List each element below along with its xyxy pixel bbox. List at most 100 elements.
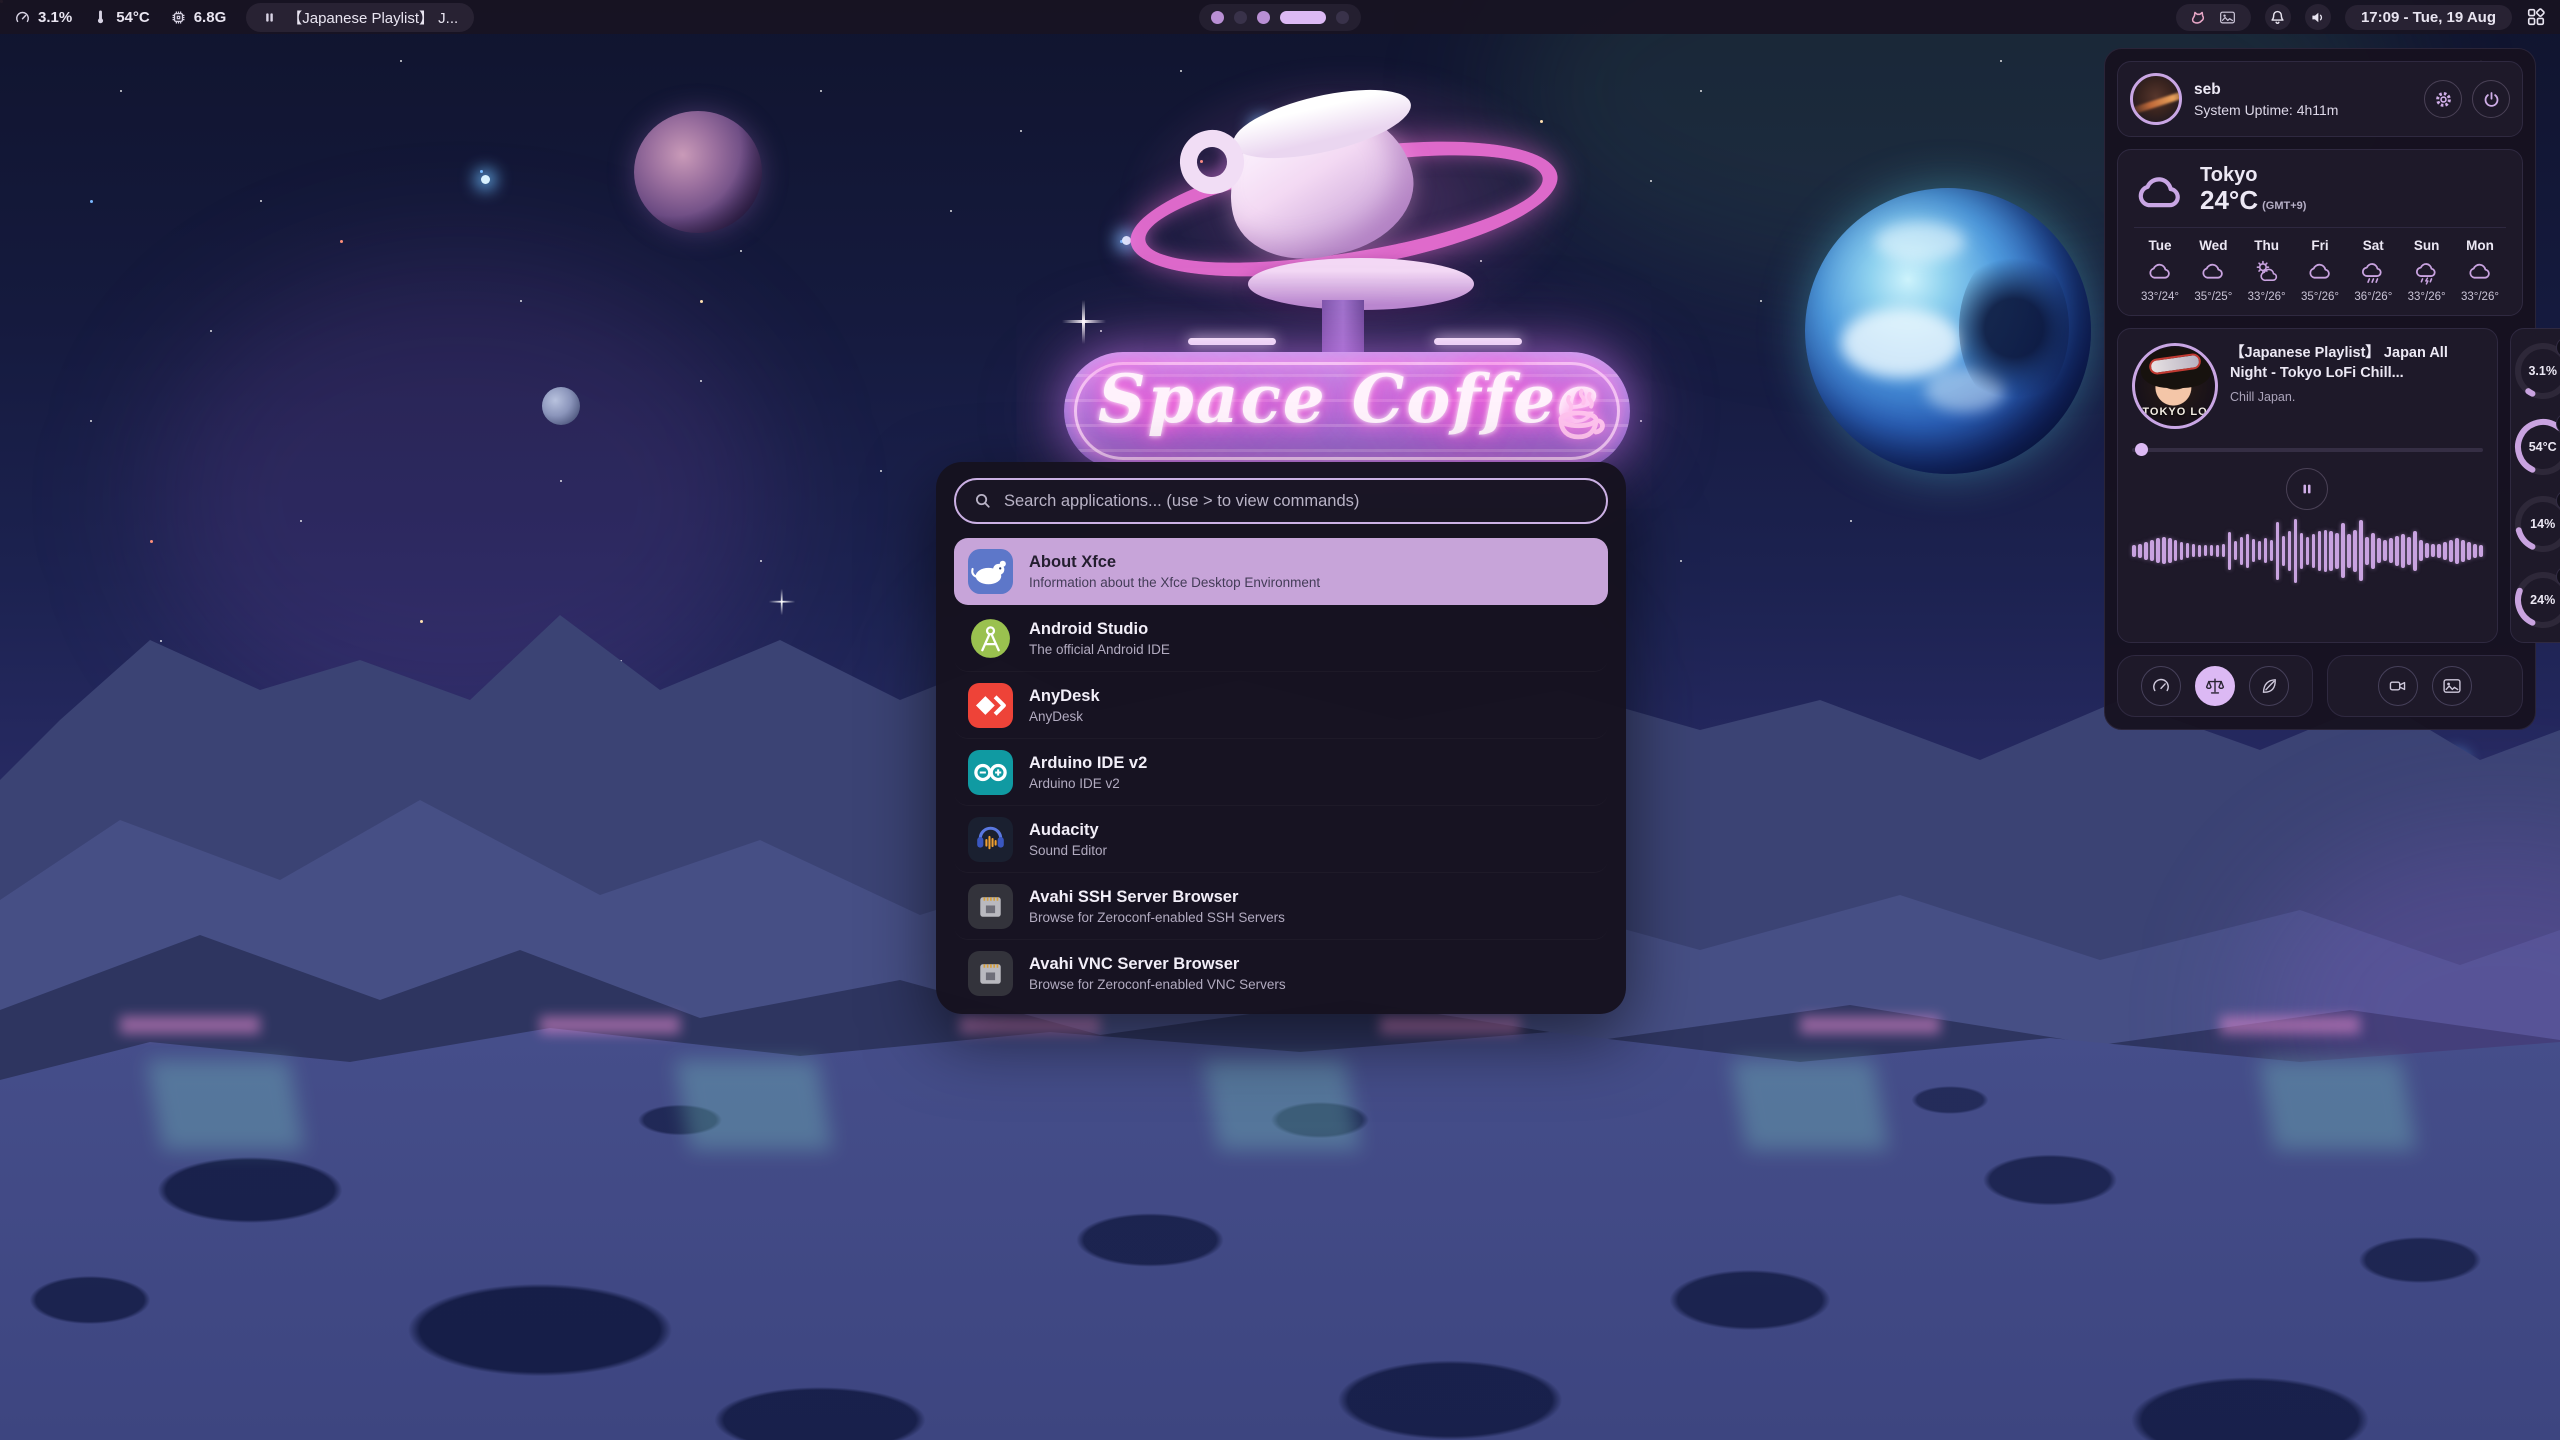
app-item-avahi-vnc[interactable]: Avahi VNC Server Browser Browse for Zero… <box>954 940 1608 1007</box>
quick-group-performance <box>2117 655 2313 717</box>
weather-icon <box>2147 259 2173 285</box>
now-playing-pill[interactable]: 【Japanese Playlist】 J... <box>246 3 474 32</box>
powersave-mode-button[interactable] <box>2249 666 2289 706</box>
settings-button[interactable] <box>2424 80 2462 118</box>
pause-button[interactable] <box>2286 468 2328 510</box>
pause-icon <box>2299 481 2315 497</box>
chip-icon <box>170 9 187 26</box>
roof-light <box>1188 338 1276 345</box>
cpu-temp-indicator[interactable]: 54°C <box>92 9 150 26</box>
memory-indicator[interactable]: 6.8G <box>170 9 227 26</box>
pet-cat-icon[interactable] <box>2190 8 2208 26</box>
progress-knob[interactable] <box>2135 443 2148 456</box>
weather-icon <box>2467 259 2493 285</box>
app-title: Arduino IDE v2 <box>1029 754 1147 773</box>
xfce-icon <box>968 549 1013 594</box>
cpu-usage-value: 3.1% <box>38 9 72 26</box>
screenshot-button[interactable] <box>2432 666 2472 706</box>
arduino-icon <box>968 750 1013 795</box>
app-item-android-studio[interactable]: Android Studio The official Android IDE <box>954 605 1608 672</box>
notifications-button[interactable] <box>2265 4 2291 30</box>
cloud-icon <box>2134 168 2186 210</box>
app-item-avahi-ssh[interactable]: Avahi SSH Server Browser Browse for Zero… <box>954 873 1608 940</box>
app-item-about-xfce[interactable]: About Xfce Information about the Xfce De… <box>954 538 1608 605</box>
app-launcher: About Xfce Information about the Xfce De… <box>936 462 1626 1014</box>
forecast-day: Sat 36°/26° <box>2347 238 2399 303</box>
clock-text: 17:09 - Tue, 19 Aug <box>2361 9 2496 26</box>
balanced-mode-button[interactable] <box>2195 666 2235 706</box>
workspace-dot[interactable] <box>1211 11 1224 24</box>
ridge-highlight-pink <box>0 1016 2560 1034</box>
speaker-icon <box>2309 9 2326 26</box>
user-card: seb System Uptime: 4h11m <box>2117 61 2523 137</box>
workspace-dot[interactable] <box>1257 11 1270 24</box>
clock[interactable]: 17:09 - Tue, 19 Aug <box>2345 5 2512 30</box>
workspace-dot[interactable] <box>1280 11 1326 24</box>
app-desc: Browse for Zeroconf-enabled SSH Servers <box>1029 910 1285 925</box>
weather-timezone: (GMT+9) <box>2262 200 2306 212</box>
search-input[interactable] <box>1004 492 1588 511</box>
weather-icon <box>2200 259 2226 285</box>
forecast-day: Sun 33°/26° <box>2401 238 2453 303</box>
gauge-cpu: 3.1% <box>2511 339 2560 403</box>
cpu-usage-indicator[interactable]: 3.1% <box>14 9 72 26</box>
neon-coffee-cup-icon <box>1548 362 1612 448</box>
workspace-switcher[interactable] <box>1199 4 1361 31</box>
scales-icon <box>2204 675 2226 697</box>
app-item-anydesk[interactable]: AnyDesk AnyDesk <box>954 672 1608 739</box>
system-gauges-card: 3.1% 54°C 14% 24% <box>2510 328 2560 643</box>
track-progress-bar[interactable] <box>2132 443 2483 456</box>
bell-icon <box>2269 9 2286 26</box>
performance-mode-button[interactable] <box>2141 666 2181 706</box>
avahi-network-icon <box>968 951 1013 996</box>
pause-icon <box>262 10 277 25</box>
avahi-network-icon <box>968 884 1013 929</box>
thermometer-icon <box>92 9 109 26</box>
workspace-dot[interactable] <box>1234 11 1247 24</box>
app-desc: The official Android IDE <box>1029 642 1170 657</box>
app-title: Audacity <box>1029 821 1107 840</box>
workspace-dot[interactable] <box>1336 11 1349 24</box>
avatar[interactable] <box>2130 73 2182 125</box>
now-playing-text: 【Japanese Playlist】 J... <box>287 7 458 28</box>
album-art-text: TOKYO LO <box>2135 406 2215 418</box>
roof-light <box>1434 338 1522 345</box>
gauge-temp: 54°C <box>2511 415 2560 479</box>
weather-icon <box>2307 259 2333 285</box>
image-icon <box>2441 675 2463 697</box>
android-studio-icon <box>968 616 1013 661</box>
gauge-icon <box>14 9 31 26</box>
gear-icon <box>2434 90 2453 109</box>
app-title: Android Studio <box>1029 620 1170 639</box>
screen-record-button[interactable] <box>2378 666 2418 706</box>
app-item-arduino[interactable]: Arduino IDE v2 Arduino IDE v2 <box>954 739 1608 806</box>
weather-icon <box>2414 259 2440 285</box>
search-box[interactable] <box>954 478 1608 524</box>
music-player-card: TOKYO LO 【Japanese Playlist】 Japan All N… <box>2117 328 2498 643</box>
quick-buttons-row <box>2117 655 2523 717</box>
system-uptime: System Uptime: 4h11m <box>2194 102 2338 118</box>
track-subtitle: Chill Japan. <box>2230 390 2483 404</box>
gauge-disk: 24% <box>2511 568 2560 632</box>
weather-icon <box>2360 259 2386 285</box>
app-desc: Arduino IDE v2 <box>1029 776 1147 791</box>
app-list: About Xfce Information about the Xfce De… <box>954 538 1608 1007</box>
wallpaper-icon[interactable] <box>2218 8 2237 27</box>
widgets-grid-icon[interactable] <box>2526 7 2546 27</box>
app-title: AnyDesk <box>1029 687 1100 706</box>
app-item-audacity[interactable]: Audacity Sound Editor <box>954 806 1608 873</box>
forecast-day: Fri 35°/26° <box>2294 238 2346 303</box>
video-camera-icon <box>2387 675 2409 697</box>
volume-button[interactable] <box>2305 4 2331 30</box>
app-title: About Xfce <box>1029 553 1320 572</box>
anydesk-icon <box>968 683 1013 728</box>
track-title: 【Japanese Playlist】 Japan All Night - To… <box>2230 343 2483 384</box>
tray-widgets-pill <box>2176 4 2251 31</box>
album-art[interactable]: TOKYO LO <box>2132 343 2218 429</box>
neon-sign-text: Space Coffee <box>1098 360 1558 438</box>
weather-card: Tokyo 24°C (GMT+9) Tue 33°/24° Wed 35°/2… <box>2117 149 2523 316</box>
power-button[interactable] <box>2472 80 2510 118</box>
memory-value: 6.8G <box>194 9 227 26</box>
forecast-day: Thu 33°/26° <box>2241 238 2293 303</box>
top-bar: 3.1% 54°C 6.8G 【Japanese Playlist】 J... … <box>0 0 2560 34</box>
